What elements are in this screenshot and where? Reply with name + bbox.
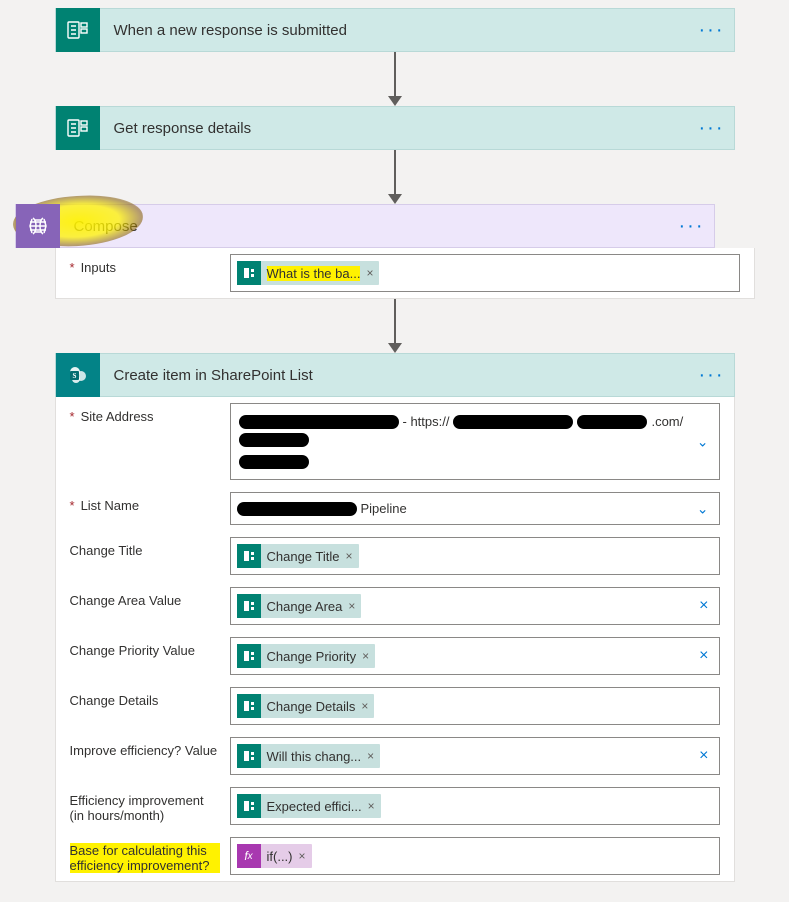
forms-token-icon — [237, 644, 261, 668]
redaction-scribble — [239, 455, 309, 469]
redaction-scribble — [237, 502, 357, 516]
list-name-label: List Name — [70, 492, 220, 513]
token-label: Will this chang... — [267, 749, 362, 764]
list-name-fragment: Pipeline — [361, 501, 407, 516]
change-area-field[interactable]: Change Area × × — [230, 587, 720, 625]
efficiency-hours-label: Efficiency improvement (in hours/month) — [70, 787, 220, 823]
forms-token-icon — [237, 544, 261, 568]
dynamic-token[interactable]: Change Area × — [237, 594, 362, 618]
token-label: What is the ba... — [267, 266, 361, 281]
remove-token-icon[interactable]: × — [366, 266, 373, 280]
forms-token-icon — [237, 594, 261, 618]
forms-token-icon — [237, 794, 261, 818]
dynamic-token[interactable]: Change Priority × — [237, 644, 376, 668]
redaction-scribble — [239, 415, 399, 429]
change-area-label: Change Area Value — [70, 587, 220, 608]
compose-body: Inputs What is the ba... × — [55, 248, 755, 299]
action-compose-header[interactable]: Compose ··· — [15, 204, 715, 248]
forms-token-icon — [237, 744, 261, 768]
compose-icon — [16, 204, 60, 248]
forms-icon — [56, 8, 100, 52]
dynamic-token[interactable]: Change Title × — [237, 544, 359, 568]
step-title: Get response details — [100, 120, 690, 137]
site-address-field[interactable]: - https:// .com/ ⌄ — [230, 403, 720, 480]
forms-token-icon — [237, 261, 261, 285]
sp-body: Site Address - https:// .com/ ⌄ List Nam… — [55, 397, 735, 882]
forms-token-icon — [237, 694, 261, 718]
step-title: Create item in SharePoint List — [100, 367, 690, 384]
site-url-fragment: .com/ — [651, 414, 683, 429]
change-title-field[interactable]: Change Title × — [230, 537, 720, 575]
arrow-connector — [388, 52, 402, 106]
token-label: Change Title — [267, 549, 340, 564]
step-title: Compose — [60, 218, 670, 235]
change-priority-field[interactable]: Change Priority × × — [230, 637, 720, 675]
fx-icon: fx — [237, 844, 261, 868]
token-label: Expected effici... — [267, 799, 362, 814]
change-priority-label: Change Priority Value — [70, 637, 220, 658]
remove-token-icon[interactable]: × — [361, 699, 368, 713]
arrow-connector — [388, 150, 402, 204]
efficiency-hours-field[interactable]: Expected effici... × — [230, 787, 720, 825]
base-calc-label: Base for calculating this efficiency imp… — [70, 837, 220, 873]
more-icon[interactable]: ··· — [690, 364, 734, 387]
inputs-field[interactable]: What is the ba... × — [230, 254, 740, 292]
more-icon[interactable]: ··· — [690, 117, 734, 140]
remove-token-icon[interactable]: × — [367, 749, 374, 763]
trigger-when-new-response[interactable]: When a new response is submitted ··· — [55, 8, 735, 52]
action-get-response-details[interactable]: Get response details ··· — [55, 106, 735, 150]
action-create-sp-item-header[interactable]: S Create item in SharePoint List ··· — [55, 353, 735, 397]
remove-token-icon[interactable]: × — [346, 549, 353, 563]
change-details-label: Change Details — [70, 687, 220, 708]
forms-icon — [56, 106, 100, 150]
redaction-scribble — [239, 433, 309, 447]
improve-efficiency-label: Improve efficiency? Value — [70, 737, 220, 758]
site-url-fragment: - https:// — [403, 414, 450, 429]
chevron-down-icon[interactable]: ⌄ — [697, 433, 709, 450]
dynamic-token[interactable]: Change Details × — [237, 694, 375, 718]
arrow-connector — [388, 299, 402, 353]
change-details-field[interactable]: Change Details × — [230, 687, 720, 725]
expression-token[interactable]: fx if(...) × — [237, 844, 312, 868]
dynamic-token[interactable]: Expected effici... × — [237, 794, 381, 818]
more-icon[interactable]: ··· — [670, 215, 714, 238]
svg-text:S: S — [72, 372, 76, 380]
chevron-down-icon[interactable]: ⌄ — [697, 500, 709, 517]
redaction-scribble — [577, 415, 647, 429]
remove-token-icon[interactable]: × — [362, 649, 369, 663]
token-label: if(...) — [267, 849, 293, 864]
dynamic-token[interactable]: Will this chang... × — [237, 744, 381, 768]
improve-efficiency-field[interactable]: Will this chang... × × — [230, 737, 720, 775]
base-calc-field[interactable]: fx if(...) × — [230, 837, 720, 875]
clear-field-icon[interactable]: × — [699, 647, 708, 665]
token-label: Change Details — [267, 699, 356, 714]
list-name-field[interactable]: Pipeline ⌄ — [230, 492, 720, 525]
dynamic-token[interactable]: What is the ba... × — [237, 261, 380, 285]
change-title-label: Change Title — [70, 537, 220, 558]
clear-field-icon[interactable]: × — [699, 597, 708, 615]
sharepoint-icon: S — [56, 353, 100, 397]
remove-token-icon[interactable]: × — [299, 849, 306, 863]
token-label: Change Priority — [267, 649, 357, 664]
redaction-scribble — [453, 415, 573, 429]
step-title: When a new response is submitted — [100, 22, 690, 39]
remove-token-icon[interactable]: × — [368, 799, 375, 813]
remove-token-icon[interactable]: × — [348, 599, 355, 613]
clear-field-icon[interactable]: × — [699, 747, 708, 765]
site-address-label: Site Address — [70, 403, 220, 424]
inputs-label: Inputs — [70, 254, 220, 275]
more-icon[interactable]: ··· — [690, 19, 734, 42]
token-label: Change Area — [267, 599, 343, 614]
